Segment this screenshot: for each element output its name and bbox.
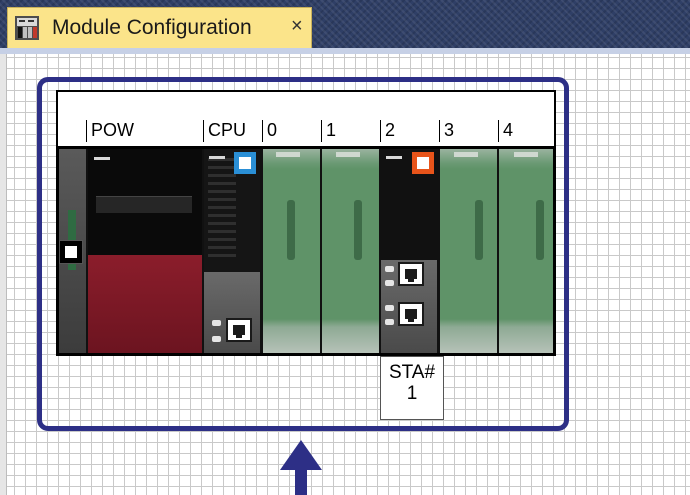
module-configuration-icon (15, 16, 39, 40)
tab-module-configuration[interactable]: Module Configuration × (7, 7, 312, 48)
canvas-left-border (0, 54, 7, 495)
selection-highlight (37, 77, 569, 431)
tab-title: Module Configuration (52, 16, 252, 39)
up-arrow-icon (280, 440, 322, 470)
close-icon[interactable]: × (291, 15, 303, 38)
up-arrow-shaft (295, 470, 307, 495)
tab-bar: Module Configuration × (0, 0, 690, 48)
